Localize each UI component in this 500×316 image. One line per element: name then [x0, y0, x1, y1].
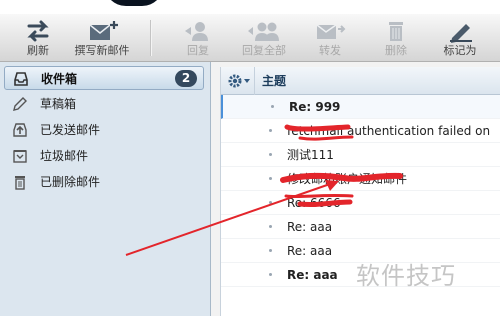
junk-icon [13, 150, 27, 163]
subject-column-header[interactable]: 主题 [262, 67, 286, 95]
sidebar-item-junk[interactable]: 垃圾邮件 [4, 144, 204, 168]
delete-button[interactable]: 删除 [374, 14, 418, 62]
reply-all-label: 回复全部 [242, 44, 286, 57]
message-row[interactable]: fetchmail authentication failed on [221, 119, 500, 143]
message-row[interactable]: 修改邮箱账户通知邮件 [221, 167, 500, 191]
message-subject: Re: aaa [287, 220, 333, 234]
status-dot [269, 273, 272, 276]
forward-button[interactable]: 转发 [308, 14, 352, 62]
folder-sidebar: 收件箱 2 草稿箱 已发送邮件 垃圾邮件 已删除邮件 [0, 62, 211, 316]
mail-client-window: 刷新 撰写新邮件 回复 回复全部 转发 删除 标记为 收件箱 2 草稿箱 已发送… [0, 0, 500, 316]
status-dot [269, 177, 272, 180]
message-subject: Re: aaa [287, 268, 338, 282]
message-row[interactable]: Re: aaa [221, 215, 500, 239]
message-row[interactable]: 测试111 [221, 143, 500, 167]
inbox-icon [14, 72, 28, 86]
delete-label: 删除 [385, 44, 407, 57]
message-row[interactable]: Re: 999 [221, 95, 500, 119]
sent-icon [13, 123, 27, 137]
top-strip [0, 0, 500, 14]
inbox-label: 收件箱 [41, 72, 78, 86]
message-list-header: 主题 [221, 67, 500, 95]
status-dot [271, 105, 274, 108]
forward-label: 转发 [319, 44, 341, 57]
drafts-label: 草稿箱 [40, 97, 77, 111]
status-dot [269, 225, 272, 228]
message-list-pane: 主题 Re: 999 fetchmail authentication fail… [220, 67, 500, 316]
compose-button[interactable]: 撰写新邮件 [68, 14, 136, 62]
toolbar-separator [150, 20, 152, 56]
sent-label: 已发送邮件 [40, 123, 101, 137]
forward-icon [316, 24, 346, 39]
sidebar-item-inbox[interactable]: 收件箱 2 [4, 66, 204, 90]
message-subject: 修改邮箱账户通知邮件 [287, 172, 408, 186]
message-row[interactable]: Re: aaa [221, 239, 500, 263]
message-subject: Re: aaa [287, 244, 333, 258]
unread-count-badge: 2 [175, 70, 197, 87]
trash-icon [389, 22, 403, 41]
status-dot [269, 249, 272, 252]
junk-label: 垃圾邮件 [40, 149, 89, 163]
message-row[interactable]: Re: 6666 [221, 191, 500, 215]
reply-all-icon [248, 22, 279, 41]
refresh-icon [27, 20, 49, 42]
status-dot [269, 201, 272, 204]
sidebar-item-drafts[interactable]: 草稿箱 [4, 92, 204, 116]
reply-label: 回复 [187, 44, 209, 57]
column-divider [254, 67, 255, 95]
reply-button[interactable]: 回复 [174, 14, 222, 62]
message-subject: fetchmail authentication failed on [287, 124, 491, 138]
status-dot [269, 153, 272, 156]
message-subject: Re: 999 [289, 100, 341, 114]
gear-icon[interactable] [227, 73, 243, 89]
reply-all-button[interactable]: 回复全部 [234, 14, 294, 62]
sidebar-item-deleted[interactable]: 已删除邮件 [4, 170, 204, 194]
refresh-button[interactable]: 刷新 [14, 14, 62, 62]
deleted-label: 已删除邮件 [40, 175, 101, 189]
message-row[interactable]: Re: aaa [221, 263, 500, 287]
mark-as-label: 标记为 [443, 44, 477, 57]
top-edge-shape [104, 0, 164, 6]
trash-icon [15, 176, 25, 190]
message-subject: Re: 6666 [287, 196, 341, 210]
mark-as-button[interactable]: 标记为 [436, 14, 484, 62]
message-subject: 测试111 [287, 148, 334, 162]
reply-icon [185, 22, 208, 41]
refresh-label: 刷新 [27, 44, 49, 57]
chevron-down-icon[interactable] [244, 79, 250, 83]
message-rows: Re: 999 fetchmail authentication failed … [221, 95, 500, 287]
mark-as-icon [450, 24, 472, 43]
pencil-icon [13, 97, 27, 111]
compose-label: 撰写新邮件 [74, 44, 130, 57]
compose-mail-icon [89, 21, 118, 40]
status-dot [269, 129, 272, 132]
toolbar: 刷新 撰写新邮件 回复 回复全部 转发 删除 标记为 [0, 14, 500, 62]
sidebar-item-sent[interactable]: 已发送邮件 [4, 118, 204, 142]
